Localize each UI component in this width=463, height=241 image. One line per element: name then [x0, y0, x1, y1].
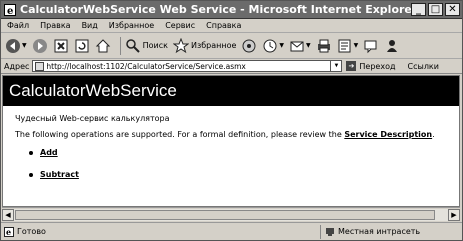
menu-bar: Файл Правка Вид Избранное Сервис Справка — [1, 19, 462, 33]
mail-button[interactable]: ▼ — [289, 38, 311, 54]
stop-icon — [53, 38, 69, 54]
intro-text: The following operations are supported. … — [15, 130, 342, 139]
refresh-icon — [74, 38, 90, 54]
menu-edit[interactable]: Правка — [40, 21, 70, 30]
browser-window: e CalculatorWebService Web Service - Mic… — [0, 0, 463, 241]
chevron-down-icon[interactable]: ▼ — [279, 42, 284, 49]
go-arrow-icon: ➔ — [346, 61, 357, 71]
scroll-thumb[interactable] — [15, 209, 435, 220]
toolbar: ▼ Поиск Избранное ▼ ▼ ▼ — [1, 33, 462, 59]
go-button[interactable]: ➔ Переход — [346, 61, 396, 71]
operations-list: Add Subtract — [15, 148, 449, 179]
web-page-content: CalculatorWebService Чудесный Web-сервис… — [2, 75, 460, 207]
home-button[interactable] — [95, 38, 111, 54]
star-icon — [172, 37, 189, 54]
chevron-down-icon[interactable]: ▼ — [354, 42, 359, 49]
maximize-button[interactable]: □ — [428, 3, 443, 16]
history-icon — [262, 38, 278, 54]
title-bar: e CalculatorWebService Web Service - Mic… — [1, 1, 462, 19]
operation-subtract-link[interactable]: Subtract — [40, 170, 79, 179]
chevron-down-icon[interactable]: ▼ — [330, 61, 341, 71]
home-icon — [95, 38, 111, 54]
search-label: Поиск — [142, 41, 168, 50]
status-bar: e Готово Местная интрасеть — [1, 222, 462, 240]
back-arrow-icon — [5, 38, 21, 54]
history-button[interactable]: ▼ — [262, 38, 284, 54]
intranet-zone-icon — [325, 227, 335, 237]
back-button[interactable]: ▼ — [5, 38, 27, 54]
chevron-down-icon[interactable]: ▼ — [306, 42, 311, 49]
page-icon — [35, 61, 45, 71]
svg-text:e: e — [6, 227, 11, 237]
edit-button[interactable]: ▼ — [337, 38, 359, 54]
discuss-button[interactable] — [363, 38, 379, 54]
menu-file[interactable]: Файл — [7, 21, 29, 30]
menu-favorites[interactable]: Избранное — [109, 21, 154, 30]
list-item: Subtract — [29, 170, 449, 179]
list-item: Add — [29, 148, 449, 157]
close-button[interactable]: ✕ — [445, 3, 460, 16]
horizontal-scrollbar[interactable]: ◀ ▶ — [2, 207, 460, 221]
minimize-button[interactable]: _ — [411, 3, 426, 16]
address-url[interactable]: http://localhost:1102/CalculatorService/… — [46, 62, 330, 71]
menu-help[interactable]: Справка — [206, 21, 241, 30]
service-description-link[interactable]: Service Description — [344, 130, 432, 139]
favorites-label: Избранное — [190, 41, 237, 50]
links-label: Ссылки — [407, 61, 439, 71]
address-bar: Адрес http://localhost:1102/CalculatorSe… — [1, 59, 462, 74]
svg-text:e: e — [7, 6, 13, 16]
scroll-right-button[interactable]: ▶ — [448, 208, 460, 221]
intro-end: . — [432, 130, 435, 139]
toolbar-separator — [119, 36, 121, 55]
discuss-icon — [363, 38, 379, 54]
zone-text: Местная интрасеть — [338, 227, 421, 236]
page-done-icon: e — [4, 226, 14, 237]
menu-view[interactable]: Вид — [82, 21, 98, 30]
messenger-button[interactable] — [384, 38, 400, 54]
stop-button[interactable] — [53, 38, 69, 54]
print-button[interactable] — [316, 38, 332, 54]
bullet-icon — [29, 150, 33, 155]
links-button[interactable]: Ссылки — [408, 62, 439, 71]
forward-arrow-icon — [32, 38, 48, 54]
mail-icon — [289, 38, 305, 54]
scroll-left-button[interactable]: ◀ — [2, 208, 14, 221]
window-title: CalculatorWebService Web Service - Micro… — [20, 3, 411, 16]
address-label: Адрес — [4, 61, 30, 71]
security-zone: Местная интрасеть — [320, 224, 462, 239]
scroll-track[interactable] — [14, 208, 448, 221]
forward-button[interactable] — [32, 38, 48, 54]
refresh-button[interactable] — [74, 38, 90, 54]
edit-icon — [337, 38, 353, 54]
go-label: Переход — [359, 61, 396, 71]
favorites-button[interactable]: Избранное — [172, 37, 237, 54]
address-input[interactable]: http://localhost:1102/CalculatorService/… — [32, 60, 343, 72]
bullet-icon — [29, 172, 33, 177]
menu-tools[interactable]: Сервис — [165, 21, 195, 30]
search-icon — [125, 38, 141, 54]
service-description-text: Чудесный Web-сервис калькулятора — [15, 114, 170, 123]
status-text: Готово — [17, 227, 46, 236]
search-button[interactable]: Поиск — [125, 38, 168, 54]
chevron-down-icon[interactable]: ▼ — [22, 42, 27, 49]
operations-intro: The following operations are supported. … — [15, 130, 449, 139]
media-button[interactable] — [241, 38, 257, 54]
print-icon — [316, 38, 332, 54]
page-title: CalculatorWebService — [3, 76, 459, 106]
operation-add-link[interactable]: Add — [40, 148, 58, 157]
messenger-icon — [384, 38, 400, 54]
internet-explorer-icon: e — [3, 3, 16, 16]
media-icon — [241, 38, 257, 54]
